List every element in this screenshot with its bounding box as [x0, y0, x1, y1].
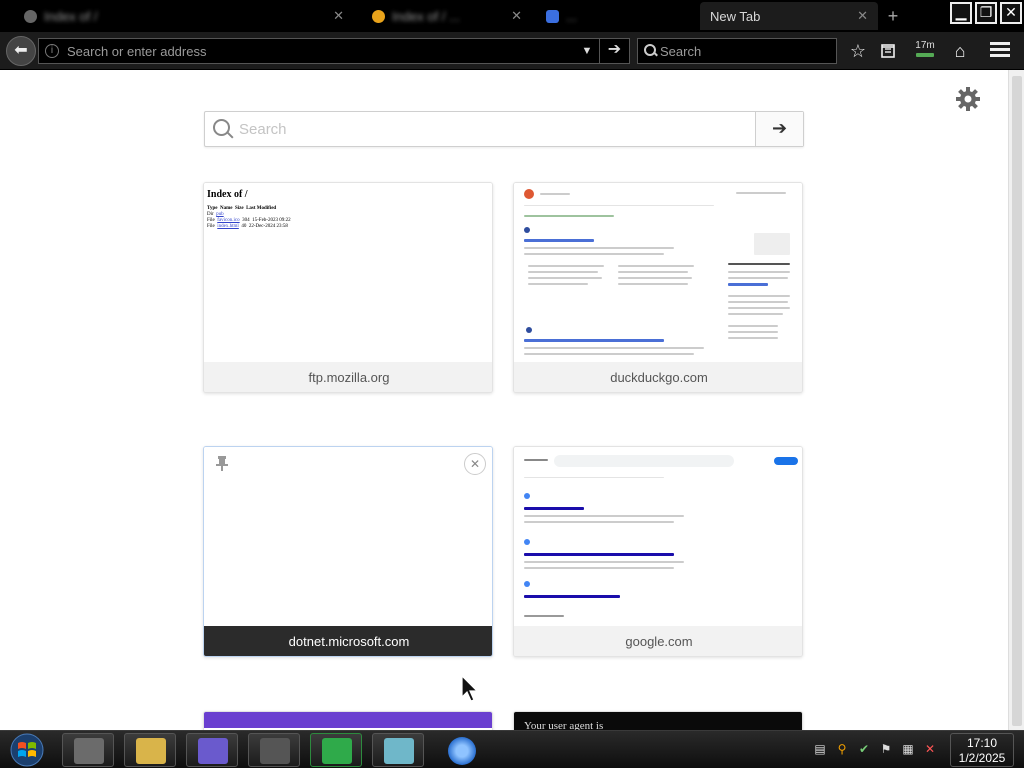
gear-icon[interactable]: [955, 86, 981, 112]
site-icon: [546, 9, 559, 23]
mouse-cursor-icon: [461, 675, 479, 702]
top-site-tile[interactable]: google.com: [513, 446, 803, 657]
reading-list-icon[interactable]: [876, 40, 900, 62]
taskbar-app-1[interactable]: [62, 733, 114, 767]
tile-thumbnail: Your user agent is: [514, 712, 802, 730]
close-tab-icon[interactable]: ✕: [505, 8, 522, 24]
taskbar-browser[interactable]: [434, 733, 486, 767]
tile-thumbnail: [204, 712, 492, 730]
preview-text: Your user agent is: [524, 720, 604, 730]
tab-2[interactable]: Index of / ... ✕: [362, 2, 532, 30]
close-window-button[interactable]: ✕: [1000, 2, 1022, 24]
address-input[interactable]: [67, 43, 575, 59]
new-tab-button[interactable]: +: [882, 6, 904, 28]
taskbar: ▤ ⚲ ✔ ⚑ ▦ ✕ 17:10 1/2/2025: [0, 730, 1024, 768]
timer-text: 17m: [915, 40, 935, 51]
tab-title: Index of / ...: [392, 8, 460, 24]
system-tray: ▤ ⚲ ✔ ⚑ ▦ ✕: [812, 737, 938, 761]
tile-label: dotnet.microsoft.com: [204, 626, 492, 656]
new-tab-page: ➔ Index of / Type Name Size Last Modifie…: [0, 70, 1008, 730]
app-icon: [384, 738, 414, 764]
volume-icon[interactable]: ✕: [922, 737, 938, 761]
taskbar-app-4[interactable]: [248, 733, 300, 767]
duckduckgo-logo-icon: [524, 189, 534, 199]
tab-1[interactable]: Index of / ✕: [14, 2, 354, 30]
search-icon: [644, 44, 656, 58]
taskbar-clock[interactable]: 17:10 1/2/2025: [950, 733, 1014, 767]
ftp-preview-title: Index of /: [207, 189, 248, 200]
tab-title: ...: [566, 8, 577, 24]
tile-thumbnail: [514, 447, 802, 626]
tab-title: Index of /: [44, 8, 98, 24]
menu-icon[interactable]: [990, 42, 1010, 58]
search-icon: [205, 112, 239, 146]
close-tab-icon[interactable]: ✕: [327, 8, 344, 24]
minimize-button[interactable]: ▁: [950, 2, 972, 24]
tab-new-tab[interactable]: New Tab ✕: [700, 2, 878, 30]
ftp-preview-row: File index.html 40 22-Dec-2024 23:58: [207, 224, 288, 229]
arrow-left-icon: ⬅: [14, 42, 28, 59]
tab-3[interactable]: ...: [536, 2, 696, 30]
new-tab-search-input[interactable]: [239, 113, 755, 145]
history-dropdown-icon[interactable]: ▼: [575, 45, 599, 57]
globe-icon: [24, 9, 37, 23]
taskbar-app-6[interactable]: [372, 733, 424, 767]
folder-icon: [136, 738, 166, 764]
tile-label: ftp.mozilla.org: [204, 362, 492, 392]
top-site-tile[interactable]: [203, 711, 493, 730]
taskbar-app-3[interactable]: [186, 733, 238, 767]
addon-timer-badge[interactable]: 17m: [912, 40, 938, 62]
tile-thumbnail: [204, 447, 492, 626]
pin-icon[interactable]: [212, 455, 232, 475]
clock-time: 17:10: [966, 736, 998, 750]
close-tab-icon[interactable]: ✕: [851, 8, 868, 24]
top-site-tile[interactable]: duckduckgo.com: [513, 182, 803, 393]
taskbar-app-5[interactable]: [310, 733, 362, 767]
browser-icon: [448, 737, 476, 765]
bookmark-star-icon[interactable]: ☆: [846, 40, 870, 62]
top-site-tile[interactable]: Your user agent is: [513, 711, 803, 730]
remove-tile-button[interactable]: ✕: [464, 453, 486, 475]
flag-icon[interactable]: ⚑: [878, 737, 894, 761]
tab-title: New Tab: [710, 8, 761, 24]
site-icon: [372, 9, 385, 23]
app-icon: [74, 738, 104, 764]
shield-icon[interactable]: ✔: [856, 737, 872, 761]
start-button[interactable]: [6, 732, 48, 768]
app-icon: [322, 738, 352, 764]
navigation-toolbar: ⬅ i ▼ ➔ ☆ 17m ⌂: [0, 32, 1024, 70]
maximize-button[interactable]: ❐: [975, 2, 997, 24]
tray-icon[interactable]: ▤: [812, 737, 828, 761]
tile-label: duckduckgo.com: [514, 362, 802, 392]
timer-bar: [916, 53, 934, 57]
top-site-tile[interactable]: ✕ dotnet.microsoft.com: [203, 446, 493, 657]
top-site-tile[interactable]: Index of / Type Name Size Last Modified …: [203, 182, 493, 393]
network-icon[interactable]: ▦: [900, 737, 916, 761]
search-icon[interactable]: ⚲: [834, 737, 850, 761]
google-logo-icon: [524, 459, 548, 461]
windows-logo-icon: [10, 733, 44, 767]
taskbar-file-explorer[interactable]: [124, 733, 176, 767]
address-bar[interactable]: i ▼ ➔: [38, 38, 630, 64]
new-tab-search[interactable]: ➔: [204, 111, 804, 147]
tile-label: google.com: [514, 626, 802, 656]
go-button[interactable]: ➔: [599, 39, 629, 63]
page-scrollbar[interactable]: [1008, 70, 1024, 730]
scrollbar-thumb[interactable]: [1012, 76, 1022, 726]
window-controls: ▁ ❐ ✕: [950, 2, 1022, 24]
tile-thumbnail: Index of / Type Name Size Last Modified …: [204, 183, 492, 362]
app-icon: [260, 738, 290, 764]
back-button[interactable]: ⬅: [6, 36, 36, 66]
search-input[interactable]: [660, 43, 836, 59]
tile-thumbnail: [514, 183, 802, 362]
tab-strip: Index of / ✕ Index of / ... ✕ ... New Ta…: [0, 0, 1024, 32]
search-bar[interactable]: [637, 38, 837, 64]
app-icon: [198, 738, 228, 764]
clock-date: 1/2/2025: [958, 751, 1006, 765]
info-icon[interactable]: i: [45, 44, 59, 58]
search-go-button[interactable]: ➔: [755, 112, 803, 146]
home-icon[interactable]: ⌂: [948, 40, 972, 62]
